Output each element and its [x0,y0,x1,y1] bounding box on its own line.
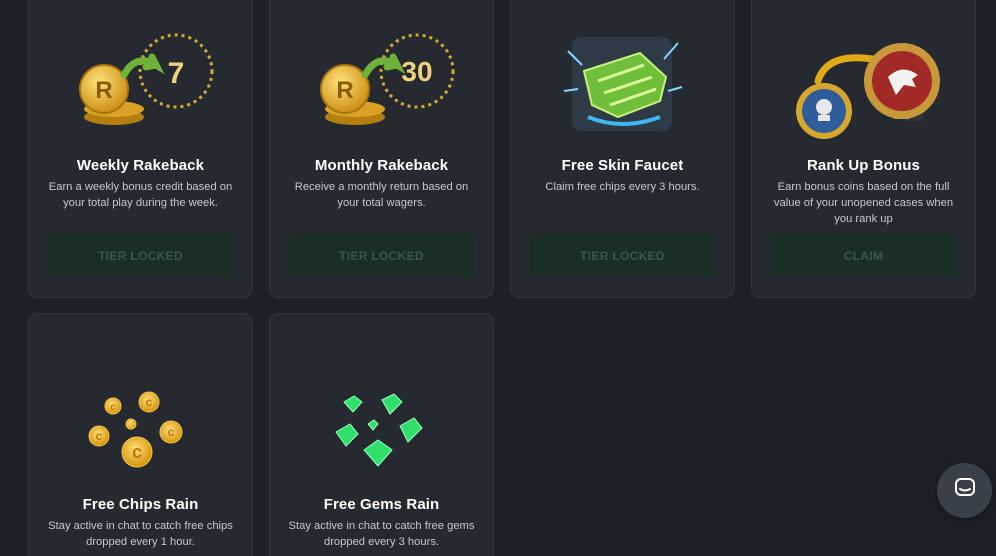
badge-number: 7 [167,57,184,90]
svg-text:c: c [145,395,152,409]
glove-skin-icon [511,31,734,137]
svg-text:R: R [95,77,112,104]
svg-text:c: c [95,429,102,443]
falling-coins-icon: c c c c c [29,384,252,474]
reward-title: Free Gems Rain [323,496,440,513]
svg-text:c: c [131,442,141,462]
rank-up-badge-icon [752,41,975,141]
reward-card-monthly-rakeback: 30 R Monthly Rakeback Receive a monthly … [269,0,494,298]
reward-card-free-chips-rain: c c c c c Free Chips Rain Stay active in c… [28,313,253,556]
reward-card-free-gems-rain: Free Gems Rain Stay active in chat to ca… [269,313,494,556]
tier-locked-button[interactable]: TIER LOCKED [530,234,715,277]
tier-locked-button[interactable]: TIER LOCKED [289,234,474,277]
rewards-page: 7 R Weekly Rakeback Earn a weekly bonus … [0,0,996,556]
claim-button[interactable]: CLAIM [771,234,956,277]
chat-bubble-icon [954,477,976,504]
reward-card-rank-up-bonus: Rank Up Bonus Earn bonus coins based on … [751,0,976,298]
reward-card-free-skin-faucet: Free Skin Faucet Claim free chips every … [510,0,735,298]
falling-gems-icon [270,388,493,474]
reward-description: Stay active in chat to catch free gems d… [288,520,475,548]
svg-text:R: R [336,77,353,104]
reward-title: Free Skin Faucet [561,157,684,174]
reward-description: Receive a monthly return based on your t… [294,181,469,209]
reward-card-weekly-rakeback: 7 R Weekly Rakeback Earn a weekly bonus … [28,0,253,298]
badge-number: 30 [401,56,432,87]
reward-title: Rank Up Bonus [807,157,920,174]
reward-description: Earn bonus coins based on the full value… [773,181,954,225]
chat-button[interactable] [937,463,992,518]
reward-title: Monthly Rakeback [314,157,449,174]
reward-description: Claim free chips every 3 hours. [545,181,700,193]
reward-description: Stay active in chat to catch free chips … [48,520,233,548]
reward-title: Free Chips Rain [82,496,199,513]
reward-description: Earn a weekly bonus credit based on your… [48,181,233,209]
reward-title: Weekly Rakeback [76,157,205,174]
coin-stack-7-day-icon: 7 R [29,31,252,131]
svg-text:c: c [110,402,116,413]
svg-text:c: c [167,425,174,439]
tier-locked-button[interactable]: TIER LOCKED [48,234,233,277]
coin-stack-30-day-icon: 30 R [270,31,493,131]
